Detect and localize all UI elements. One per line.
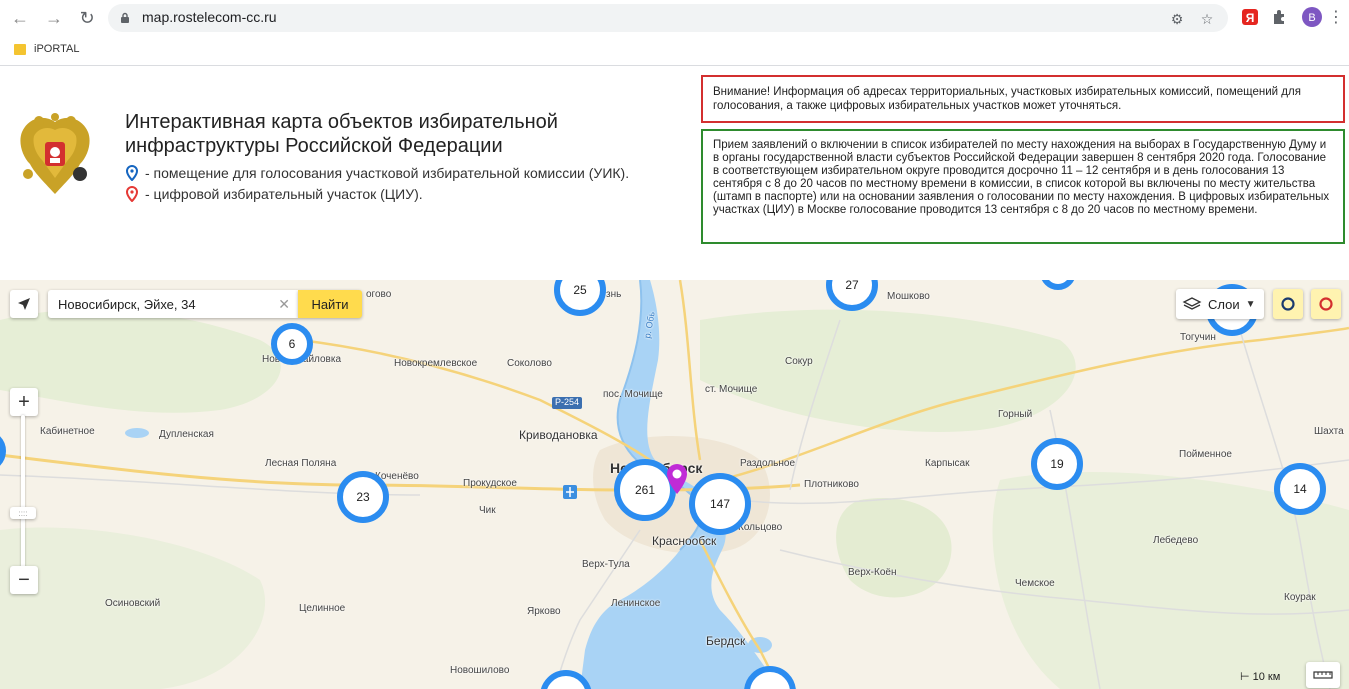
ciu-marker-icon bbox=[125, 186, 139, 202]
lock-icon bbox=[121, 12, 129, 23]
ruler-icon bbox=[1313, 671, 1333, 679]
info-notice: Прием заявлений о включении в список изб… bbox=[701, 129, 1345, 244]
reload-icon[interactable]: ↻ bbox=[75, 6, 99, 30]
place-label: Шахта bbox=[1314, 426, 1344, 437]
place-label: Тогучин bbox=[1180, 332, 1216, 343]
map-search[interactable]: ✕ bbox=[48, 290, 298, 318]
place-label: Карпысак bbox=[925, 458, 970, 469]
place-label: ст. Мочище bbox=[705, 384, 758, 395]
place-label: Краснообск bbox=[652, 534, 717, 548]
place-label: Бердск bbox=[706, 634, 746, 648]
cluster-marker[interactable]: 19 bbox=[1031, 438, 1083, 490]
legend-ciu-text: - цифровой избирательный участок (ЦИУ). bbox=[145, 186, 423, 202]
place-label: Криводановка bbox=[519, 428, 598, 442]
place-label: пос. Мочище bbox=[603, 389, 663, 400]
scale-label: 10 км bbox=[1252, 671, 1281, 683]
browser-toolbar: ← → ↻ map.rostelecom-cc.ru ⚙ ☆ Я B ⋮ bbox=[0, 0, 1349, 36]
uik-marker-icon bbox=[125, 165, 139, 181]
chevron-down-icon: ▼ bbox=[1245, 298, 1256, 310]
legend-ciu: - цифровой избирательный участок (ЦИУ). bbox=[125, 186, 423, 202]
place-label: Чик bbox=[479, 505, 496, 516]
place-label: Верх-Коён bbox=[848, 567, 897, 578]
cluster-marker[interactable]: 14 bbox=[1274, 463, 1326, 515]
place-label: Кабинетное bbox=[40, 426, 95, 437]
zoom-out-button[interactable]: − bbox=[10, 566, 38, 594]
yandex-extension-icon[interactable]: Я bbox=[1240, 7, 1260, 27]
cluster-marker[interactable]: 147 bbox=[689, 473, 751, 535]
bookmark-star-icon[interactable]: ☆ bbox=[1198, 10, 1216, 28]
bookmarks-bar: iPORTAL bbox=[0, 36, 1349, 66]
filter-uik-button[interactable] bbox=[1273, 289, 1303, 319]
address-bar[interactable]: map.rostelecom-cc.ru ⚙ ☆ bbox=[108, 4, 1228, 32]
svg-text:B: B bbox=[1308, 12, 1315, 24]
page-title: Интерактивная карта объектов избирательн… bbox=[125, 110, 685, 158]
title-line-1: Интерактивная карта объектов избирательн… bbox=[125, 111, 558, 133]
place-label: Чемское bbox=[1015, 578, 1055, 589]
place-label: знь bbox=[606, 289, 622, 300]
road-label: Р-254 bbox=[555, 397, 580, 407]
place-label: Кольцово bbox=[738, 522, 783, 533]
uik-ring-icon bbox=[1281, 297, 1295, 311]
layers-icon bbox=[1182, 297, 1202, 310]
map-search-input[interactable] bbox=[48, 290, 268, 318]
forward-icon[interactable]: → bbox=[42, 6, 66, 30]
geolocation-arrow-icon bbox=[18, 298, 30, 310]
find-button[interactable]: Найти bbox=[298, 290, 362, 318]
place-label: Новокремлевское bbox=[394, 358, 478, 369]
ciu-ring-icon bbox=[1319, 297, 1333, 311]
place-label: Пойменное bbox=[1179, 449, 1232, 460]
menu-kebab-icon[interactable]: ⋮ bbox=[1324, 6, 1348, 30]
place-label: огово bbox=[366, 289, 392, 300]
cluster-marker[interactable]: 6 bbox=[271, 323, 313, 365]
legend-uik-text: - помещение для голосования участковой и… bbox=[145, 165, 630, 181]
clear-search-icon[interactable]: ✕ bbox=[278, 296, 290, 313]
legend-uik: - помещение для голосования участковой и… bbox=[125, 165, 629, 181]
place-label: Верх-Тула bbox=[582, 559, 630, 570]
place-label: Лесная Поляна bbox=[265, 458, 337, 469]
cluster-marker[interactable]: 23 bbox=[337, 471, 389, 523]
bookmark-label: iPORTAL bbox=[34, 43, 80, 55]
place-label: Ленинское bbox=[611, 598, 661, 609]
place-label: Осиновский bbox=[105, 598, 161, 609]
geolocation-button[interactable] bbox=[10, 290, 38, 318]
place-label: Мошково bbox=[887, 291, 930, 302]
place-label: Сокур bbox=[785, 356, 813, 367]
map-scale: ⊢ 10 км bbox=[1240, 671, 1281, 683]
location-pin-icon[interactable] bbox=[666, 463, 688, 495]
place-label: Прокудское bbox=[463, 478, 517, 489]
extensions-puzzle-icon[interactable] bbox=[1270, 7, 1290, 27]
place-label: Раздольное bbox=[740, 458, 796, 469]
zoom-in-button[interactable]: + bbox=[10, 388, 38, 416]
russian-coat-of-arms-logo bbox=[20, 113, 90, 194]
place-label: Новошилово bbox=[450, 665, 510, 676]
site-settings-icon[interactable]: ⚙ bbox=[1168, 10, 1186, 28]
folder-icon bbox=[14, 43, 26, 55]
warning-notice: Внимание! Информация об адресах территор… bbox=[701, 75, 1345, 123]
layers-label: Слои bbox=[1208, 296, 1240, 312]
title-line-2: инфраструктуры Российской Федерации bbox=[125, 135, 503, 157]
place-label: Коурак bbox=[1284, 592, 1316, 603]
back-icon[interactable]: ← bbox=[8, 6, 32, 30]
svg-text:Я: Я bbox=[1246, 11, 1255, 25]
zoom-slider-track[interactable] bbox=[21, 415, 25, 575]
map-area[interactable]: Р-254 р. Обь огово знь Мошково Тогучин Н… bbox=[0, 280, 1349, 689]
zoom-slider-handle[interactable]: :::: bbox=[10, 507, 36, 519]
url-text[interactable]: map.rostelecom-cc.ru bbox=[142, 9, 277, 25]
place-label: Плотниково bbox=[804, 479, 859, 490]
place-label: Целинное bbox=[299, 603, 346, 614]
place-label: Лебедево bbox=[1153, 535, 1199, 546]
place-label: Соколово bbox=[507, 358, 552, 369]
bookmark-iportal[interactable]: iPORTAL bbox=[14, 43, 79, 55]
ruler-button[interactable] bbox=[1306, 662, 1340, 688]
place-label: Горный bbox=[998, 409, 1033, 420]
layers-button[interactable]: Слои ▼ bbox=[1176, 289, 1264, 319]
place-label: Дупленская bbox=[159, 429, 214, 440]
profile-avatar[interactable]: B bbox=[1301, 6, 1323, 28]
place-label: Ярково bbox=[527, 606, 561, 617]
filter-ciu-button[interactable] bbox=[1311, 289, 1341, 319]
